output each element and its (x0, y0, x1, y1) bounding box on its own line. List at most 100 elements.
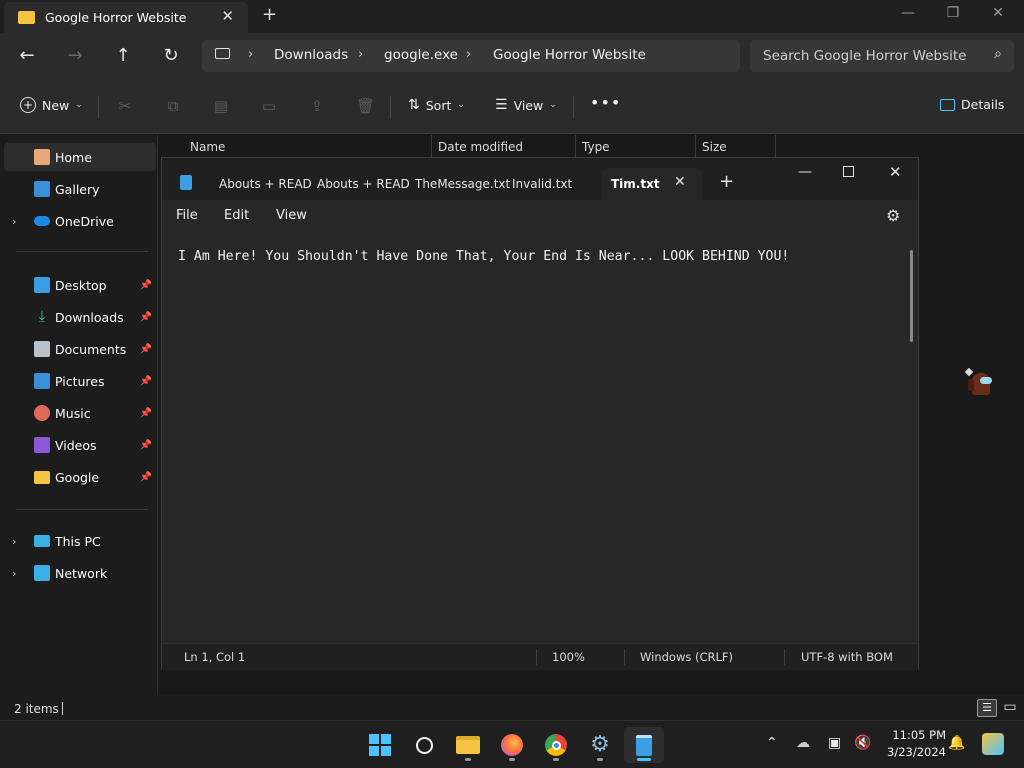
column-size[interactable]: Size (702, 140, 727, 154)
explorer-tab-title: Google Horror Website (45, 10, 187, 25)
sidebar-item-documents[interactable]: Documents 📌 (4, 335, 156, 363)
sidebar-item-label: Music (55, 405, 91, 421)
menu-edit[interactable]: Edit (224, 208, 249, 223)
windows-start-icon[interactable] (360, 727, 400, 763)
chevron-down-icon: ⌄ (75, 100, 83, 110)
sidebar-item-label: Home (55, 149, 92, 165)
tab-tim-active[interactable]: Tim.txt ✕ (602, 168, 702, 200)
onedrive-offline-icon[interactable]: ☁ (796, 735, 810, 751)
notepad-text-content[interactable]: I Am Here! You Shouldn't Have Done That,… (178, 249, 789, 264)
volume-muted-icon[interactable]: 🔇 (854, 735, 871, 751)
notepad-icon[interactable] (624, 727, 664, 763)
sidebar-item-onedrive[interactable]: › OneDrive (4, 207, 156, 235)
breadcrumb-google-exe[interactable]: google.exe (384, 47, 458, 63)
sidebar-item-music[interactable]: Music 📌 (4, 399, 156, 427)
new-button[interactable]: + New ⌄ (20, 97, 83, 113)
minimize-icon[interactable]: — (798, 164, 812, 180)
notification-bell-icon[interactable]: 🔔 (948, 735, 965, 751)
new-tab-icon[interactable]: + (262, 4, 277, 25)
sidebar-item-videos[interactable]: Videos 📌 (4, 431, 156, 459)
delete-icon[interactable]: 🗑 (356, 97, 375, 115)
column-type[interactable]: Type (582, 140, 610, 154)
close-tab-icon[interactable]: ✕ (674, 174, 686, 190)
more-options-icon[interactable]: ••• (590, 93, 621, 112)
breadcrumb-current-folder[interactable]: Google Horror Website (493, 47, 646, 63)
search-box[interactable]: Search Google Horror Website ⌕ (750, 40, 1014, 72)
sidebar-item-home[interactable]: Home (4, 143, 156, 171)
search-input[interactable]: Search Google Horror Website (763, 48, 966, 64)
tab-abouts-read-2[interactable]: Abouts + READ (317, 177, 410, 191)
tab-invalid[interactable]: Invalid.txt (512, 177, 572, 191)
details-view-icon[interactable]: ☰ (977, 699, 997, 717)
search-icon[interactable] (404, 727, 444, 763)
running-indicator (465, 758, 471, 761)
copilot-pre-icon[interactable] (982, 733, 1004, 755)
file-explorer-icon[interactable] (448, 727, 488, 763)
copy-icon[interactable]: ⧉ (164, 97, 182, 115)
column-name[interactable]: Name (190, 140, 225, 154)
rename-icon[interactable]: ▭ (260, 97, 278, 115)
sidebar-item-google[interactable]: Google 📌 (4, 463, 156, 491)
settings-icon[interactable]: ⚙ (886, 206, 900, 225)
chevron-up-icon[interactable]: ⌃ (766, 735, 778, 751)
chevron-right-icon[interactable]: › (12, 535, 16, 548)
sidebar-item-network[interactable]: › Network (4, 559, 156, 587)
close-tab-icon[interactable]: ✕ (221, 7, 234, 25)
home-icon (34, 149, 50, 165)
chevron-right-icon[interactable]: › (12, 567, 16, 580)
share-icon[interactable]: ⇪ (308, 97, 326, 115)
sidebar-item-desktop[interactable]: Desktop 📌 (4, 271, 156, 299)
chrome-icon[interactable] (536, 727, 576, 763)
sidebar-item-this-pc[interactable]: › This PC (4, 527, 156, 555)
line-ending: Windows (CRLF) (640, 650, 734, 664)
menu-view[interactable]: View (276, 208, 307, 223)
sidebar-item-gallery[interactable]: Gallery (4, 175, 156, 203)
notepad-menu-bar: File Edit View ⚙ (162, 200, 918, 232)
sidebar-item-label: Pictures (55, 373, 105, 389)
maximize-icon[interactable] (843, 166, 854, 177)
tab-abouts-read-1[interactable]: Abouts + READ (219, 177, 312, 191)
maximize-icon[interactable]: ❐ (930, 5, 976, 21)
column-date-modified[interactable]: Date modified (438, 140, 523, 154)
crewmate-character-icon (964, 367, 996, 399)
settings-icon[interactable]: ⚙ (580, 727, 620, 763)
tiles-view-icon[interactable]: ▭ (1001, 699, 1019, 717)
vertical-scrollbar[interactable] (910, 250, 913, 342)
sidebar-item-pictures[interactable]: Pictures 📌 (4, 367, 156, 395)
minimize-icon[interactable]: — (885, 5, 931, 21)
running-indicator (509, 758, 515, 761)
running-indicator (637, 758, 651, 761)
divider (775, 135, 776, 159)
tab-the-message[interactable]: TheMessage.txt (415, 177, 510, 191)
refresh-icon[interactable]: ↻ (156, 43, 186, 71)
sidebar-item-label: Gallery (55, 181, 100, 197)
sidebar-item-downloads[interactable]: ⤓ Downloads 📌 (4, 303, 156, 331)
network-icon[interactable]: ▣ (828, 735, 841, 751)
firefox-icon[interactable] (492, 727, 532, 763)
view-button[interactable]: ☰ View ⌄ (495, 97, 557, 113)
menu-file[interactable]: File (176, 208, 198, 223)
address-bar[interactable]: › Downloads › google.exe › Google Horror… (202, 40, 740, 72)
back-icon[interactable]: ← (12, 43, 42, 71)
cut-icon[interactable]: ✂ (116, 97, 134, 115)
close-window-icon[interactable]: ✕ (975, 5, 1021, 21)
details-button[interactable]: Details (940, 97, 1004, 112)
close-window-icon[interactable]: ✕ (889, 163, 902, 181)
folder-icon (34, 470, 50, 484)
notepad-icon (180, 175, 192, 190)
details-pane-icon (940, 98, 955, 111)
breadcrumb-downloads[interactable]: Downloads (274, 47, 348, 63)
column-headers: Name Date modified Type Size (160, 135, 1024, 159)
up-icon[interactable]: ↑ (108, 43, 138, 71)
explorer-status-bar: 2 items ☰ ▭ (0, 695, 1024, 720)
explorer-tab[interactable]: Google Horror Website ✕ (4, 2, 248, 33)
paste-icon[interactable]: ▤ (212, 97, 230, 115)
chevron-right-icon[interactable]: › (12, 215, 16, 228)
notepad-tab-bar: Abouts + READ Abouts + READ TheMessage.t… (162, 158, 918, 200)
new-tab-icon[interactable]: + (719, 171, 734, 192)
sidebar-item-label: Downloads (55, 309, 124, 325)
clock[interactable]: 11:05 PM 3/23/2024 (880, 728, 946, 759)
sort-button[interactable]: ⇅ Sort ⌄ (408, 97, 465, 113)
forward-icon[interactable]: → (60, 43, 90, 71)
tab-tim-label: Tim.txt (611, 177, 660, 191)
